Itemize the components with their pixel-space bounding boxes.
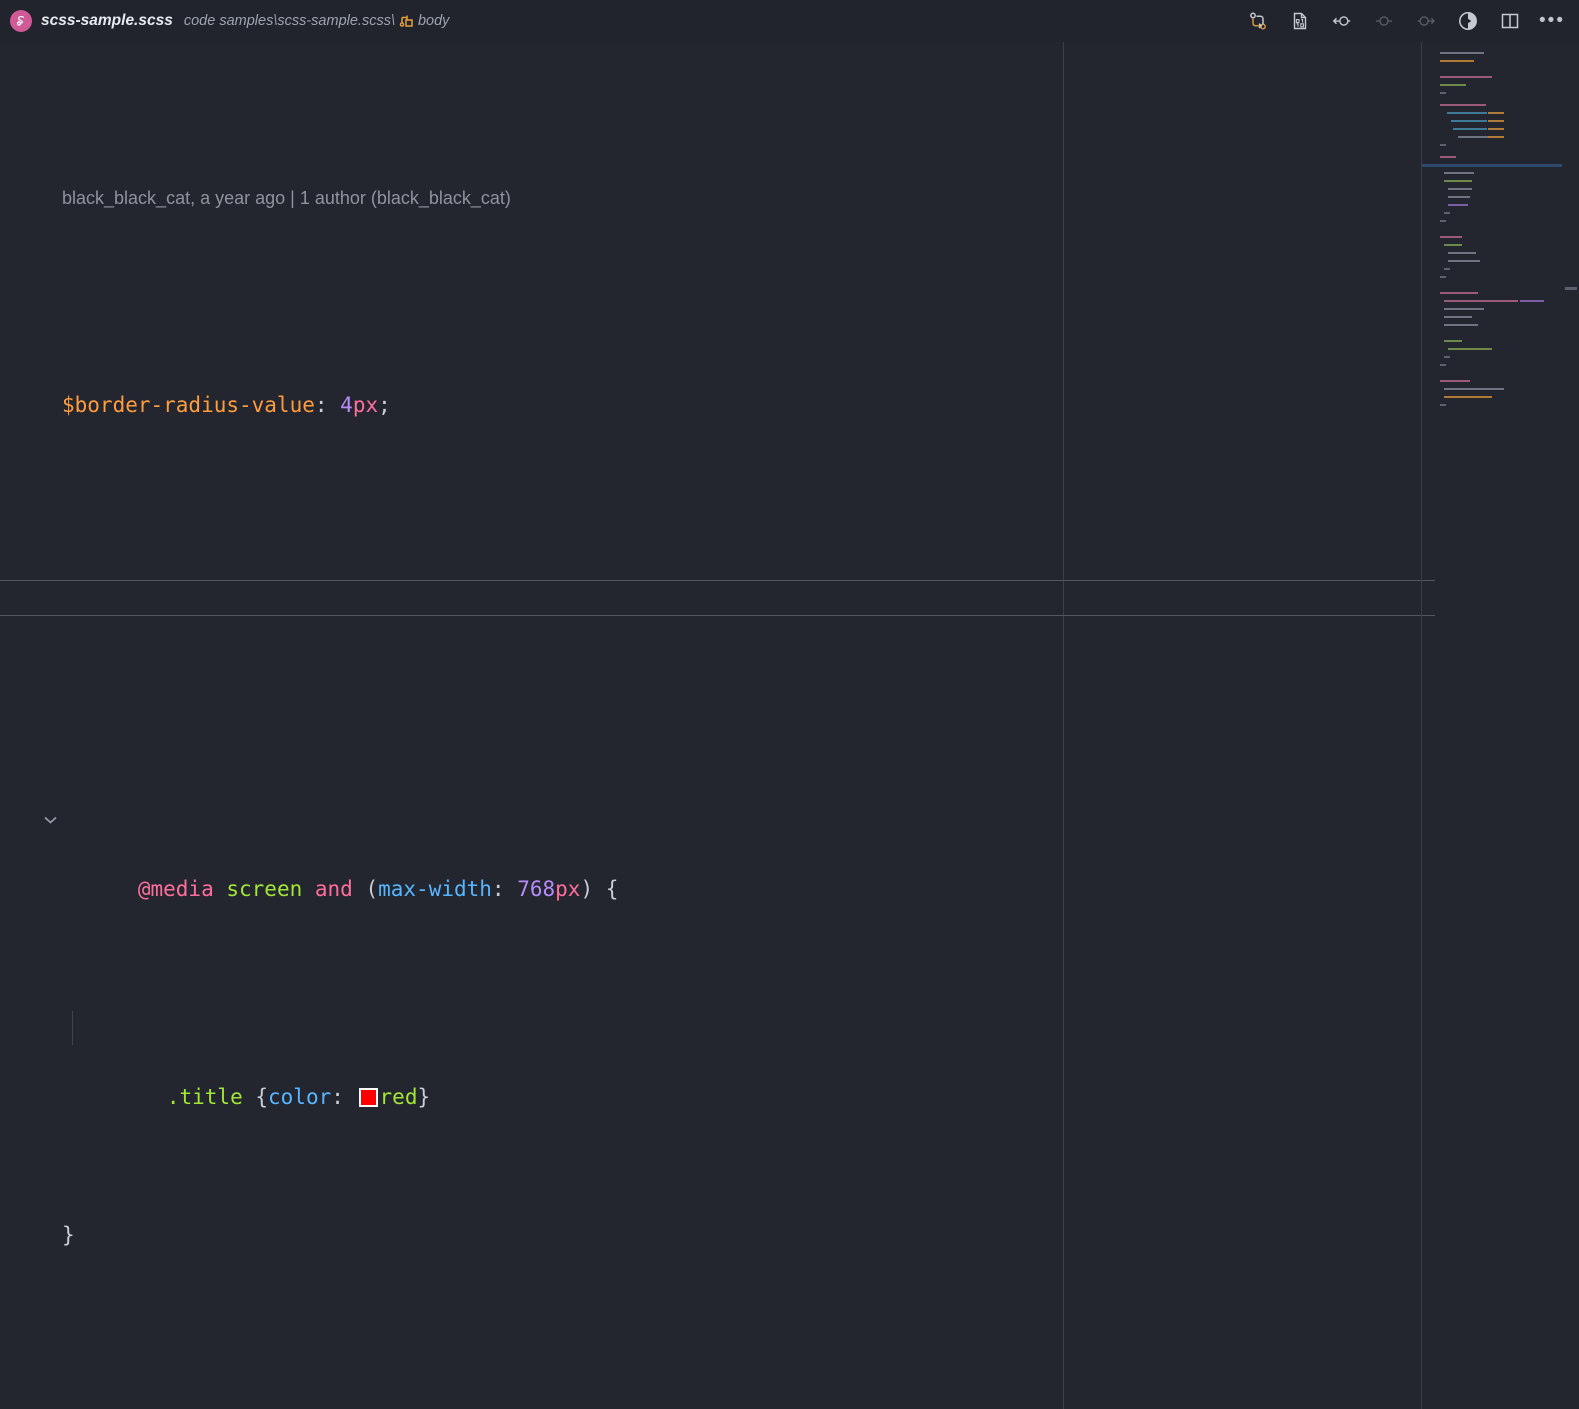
code-content[interactable]: black_black_cat, a year ago | 1 author (… [0, 42, 809, 1409]
scrollbar-decoration [1565, 287, 1577, 290]
git-blame-annotation[interactable]: black_black_cat, a year ago | 1 author (… [62, 188, 511, 208]
compare-changes-icon[interactable] [1247, 10, 1269, 32]
open-binary-file-icon[interactable] [1289, 10, 1311, 32]
editor-actions: ••• [1247, 10, 1579, 32]
scss-file-icon [10, 10, 32, 32]
minimap-slider[interactable] [1421, 42, 1562, 1409]
next-change-icon[interactable] [1415, 10, 1437, 32]
minimap[interactable] [1421, 42, 1562, 1409]
split-editor-icon[interactable] [1499, 10, 1521, 32]
breadcrumb-path[interactable]: code samples\scss-sample.scss\ [184, 13, 395, 29]
editor-filename[interactable]: scss-sample.scss [41, 12, 173, 30]
color-swatch-red[interactable] [358, 1087, 378, 1107]
code-line: @media screen and (max-width: 768px) { [0, 803, 809, 901]
editor-vertical-scrollbar[interactable] [1562, 42, 1579, 1409]
vertical-ruler [1063, 42, 1064, 1409]
code-line: black_black_cat, a year ago | 1 author (… [0, 180, 809, 215]
editor-title-bar: scss-sample.scss code samples\scss-sampl… [0, 0, 1579, 42]
code-editor[interactable]: black_black_cat, a year ago | 1 author (… [0, 42, 1579, 1409]
more-actions-icon[interactable]: ••• [1539, 10, 1563, 32]
code-line: $border-radius-value: 4px; [62, 392, 391, 417]
current-change-icon[interactable] [1373, 10, 1395, 32]
code-line: } [62, 1223, 75, 1248]
code-line: .title {color: red} [0, 1010, 809, 1109]
breadcrumb-symbol[interactable]: body [418, 13, 449, 29]
run-play-circle-icon[interactable] [1457, 10, 1479, 32]
fold-chevron-icon[interactable] [40, 803, 60, 838]
previous-change-icon[interactable] [1331, 10, 1353, 32]
css-symbol-icon [399, 13, 416, 30]
